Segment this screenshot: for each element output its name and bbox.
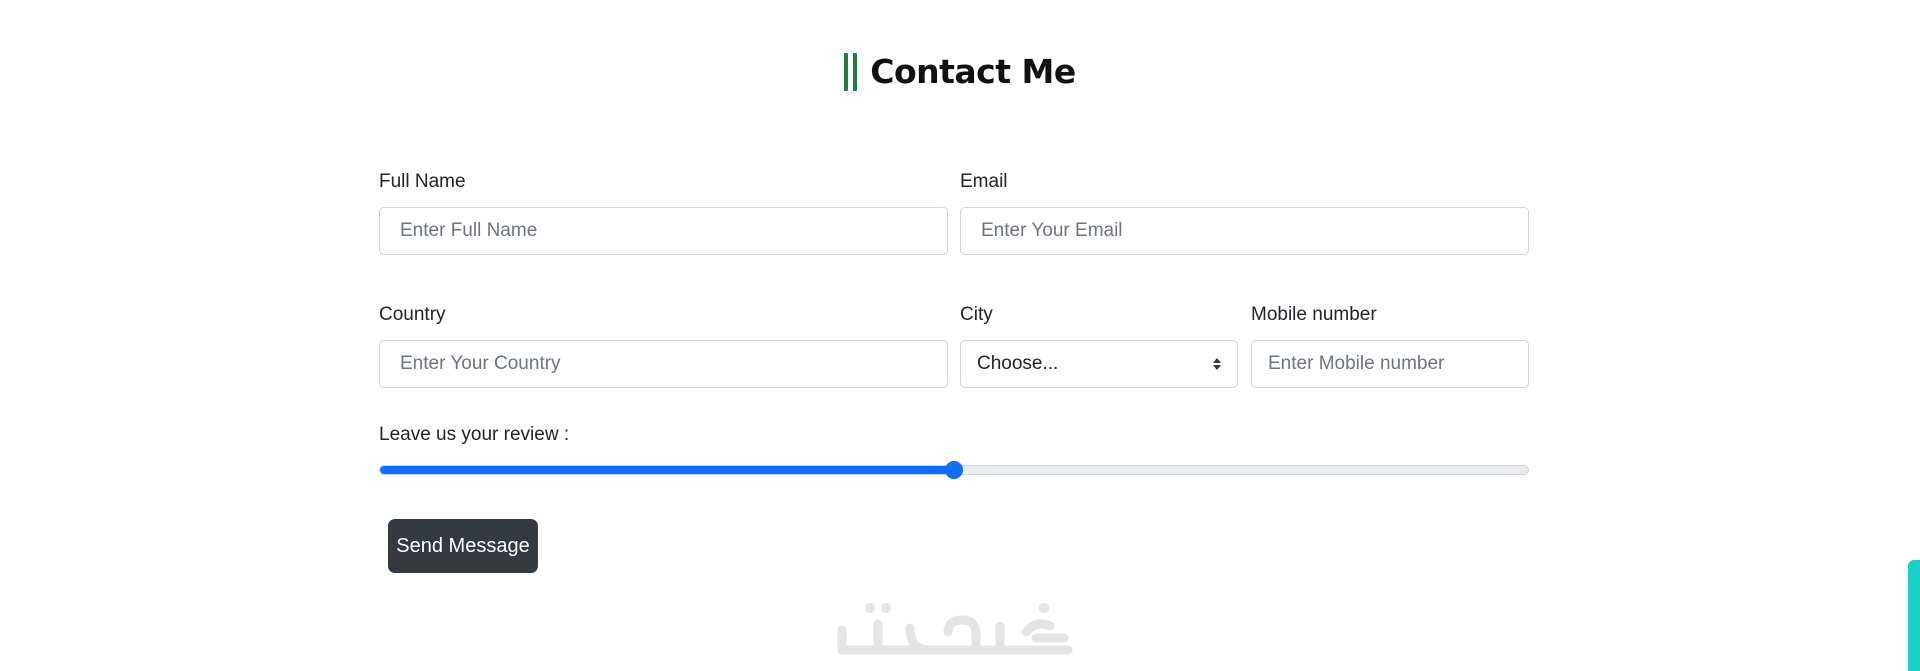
full-name-input[interactable] xyxy=(379,207,948,255)
city-select[interactable]: Choose... xyxy=(960,340,1238,388)
scroll-to-top-tab[interactable] xyxy=(1908,560,1920,671)
review-label: Leave us your review : xyxy=(379,424,570,445)
country-label: Country xyxy=(379,304,446,325)
city-select-value: Choose... xyxy=(977,353,1059,374)
city-label: City xyxy=(960,304,993,325)
send-message-button[interactable]: Send Message xyxy=(388,519,538,573)
page-title: Contact Me xyxy=(844,52,1076,91)
review-slider-thumb[interactable] xyxy=(945,461,963,479)
title-accent-bars-icon xyxy=(844,52,858,91)
email-label: Email xyxy=(960,171,1008,192)
email-input[interactable] xyxy=(960,207,1529,255)
khamsat-watermark-logo xyxy=(837,603,1073,655)
page-title-text: Contact Me xyxy=(870,52,1076,91)
header: Contact Me xyxy=(0,52,1920,96)
review-slider-fill xyxy=(380,466,955,474)
mobile-label: Mobile number xyxy=(1251,304,1377,325)
mobile-input[interactable] xyxy=(1251,340,1529,388)
full-name-label: Full Name xyxy=(379,171,466,192)
country-input[interactable] xyxy=(379,340,948,388)
select-chevron-icon xyxy=(1213,358,1221,370)
